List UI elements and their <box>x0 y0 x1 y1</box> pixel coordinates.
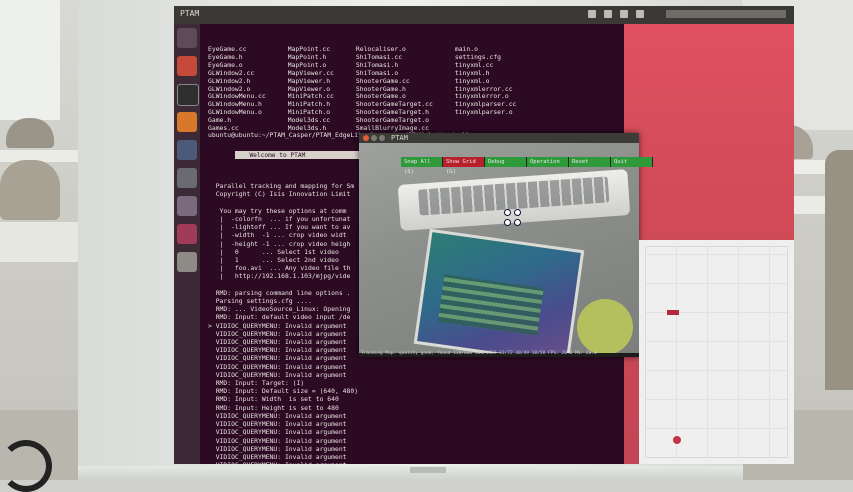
monitor-screen: PTAM EyeGame.cc EyeGame.h EyeGame.o GLWi… <box>174 6 794 464</box>
book-object <box>413 228 585 353</box>
ptam-menu-button[interactable]: Debug <box>485 157 527 167</box>
volume-icon[interactable] <box>620 10 628 18</box>
window-left <box>0 0 60 120</box>
welcome-line: Welcome to PTAM <box>242 152 306 159</box>
ptam-menu-button[interactable]: Snap All (S) <box>401 157 443 175</box>
maximize-icon[interactable] <box>379 135 385 141</box>
trash-icon[interactable] <box>177 252 197 272</box>
ubuntu-icon[interactable] <box>177 28 197 48</box>
file-column: EyeGame.cc EyeGame.h EyeGame.o GLWindow2… <box>208 45 266 133</box>
ptam-menu-button[interactable]: Operation <box>527 157 569 167</box>
keyboard-icon[interactable] <box>588 10 596 18</box>
monitor-logo <box>410 467 446 473</box>
map-viewer-panel[interactable] <box>639 240 794 464</box>
close-icon[interactable] <box>363 135 369 141</box>
ptam-menu-button[interactable]: Reset <box>569 157 611 167</box>
file-column: main.o settings.cfg tinyxml.cc tinyxml.h… <box>454 45 517 117</box>
chair <box>0 160 60 220</box>
ptam-status-text: Tracking Map: quality good; found 138/68… <box>361 351 597 356</box>
map-keyframe-marker <box>667 310 679 315</box>
tracked-point <box>514 219 521 226</box>
ptam-menu-button[interactable]: Quit <box>611 157 653 167</box>
panel-indicators[interactable] <box>588 10 644 18</box>
battery-icon[interactable] <box>636 10 644 18</box>
ptam-titlebar[interactable]: PTAM <box>359 133 639 143</box>
monitor: PTAM EyeGame.cc EyeGame.h EyeGame.o GLWi… <box>78 0 794 480</box>
terminal-icon[interactable] <box>177 84 199 106</box>
workspace-icon[interactable] <box>177 196 197 216</box>
map-origin-marker <box>673 436 681 444</box>
firefox-icon[interactable] <box>177 112 197 132</box>
panel-clock[interactable] <box>666 10 786 18</box>
map-grid <box>645 246 788 458</box>
file-listing: EyeGame.cc EyeGame.h EyeGame.o GLWindow2… <box>208 45 517 133</box>
settings-icon[interactable] <box>177 168 197 188</box>
launcher <box>174 24 200 464</box>
files-icon[interactable] <box>177 56 197 76</box>
ptam-menu-button[interactable]: Show Grid (G) <box>443 157 485 175</box>
ptam-title: PTAM <box>391 134 408 142</box>
camera-view[interactable] <box>359 143 639 353</box>
desk <box>0 222 78 262</box>
active-window-title: PTAM <box>180 9 200 18</box>
minimize-icon[interactable] <box>371 135 377 141</box>
ptam-window[interactable]: PTAM Snap All (S) Show Grid (G) Debug Opera… <box>359 133 653 357</box>
yellow-disc-object <box>577 299 633 353</box>
top-panel: PTAM <box>174 6 794 24</box>
app-icon-2[interactable] <box>177 224 197 244</box>
tracked-point <box>504 209 511 216</box>
file-column: MapPoint.cc MapPoint.h MapPoint.o MapVie… <box>287 45 334 133</box>
chair <box>825 150 853 390</box>
tracked-point <box>504 219 511 226</box>
file-column: Relocaliser.o ShiTomasi.cc ShiTomasi.h S… <box>355 45 433 133</box>
ptam-menu-bar: Snap All (S) Show Grid (G) Debug Operation R… <box>401 157 653 175</box>
app-icon[interactable] <box>177 140 197 160</box>
tracked-point <box>514 209 521 216</box>
cable <box>0 440 52 492</box>
network-icon[interactable] <box>604 10 612 18</box>
